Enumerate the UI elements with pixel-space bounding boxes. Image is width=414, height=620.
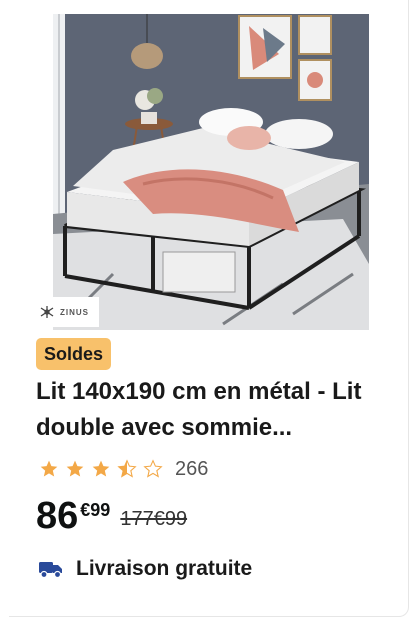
sale-badge: Soldes (36, 338, 112, 370)
star-icon (40, 460, 58, 477)
product-card[interactable]: ZINUS Soldes Lit 140x190 cm en métal - L… (9, 0, 409, 617)
product-image[interactable] (53, 14, 369, 330)
free-shipping: Livraison gratuite (38, 557, 252, 581)
brand-logo: ZINUS (34, 297, 99, 327)
brand-name: ZINUS (60, 307, 89, 317)
star-half-icon (117, 459, 137, 478)
price-fraction: €99 (80, 500, 111, 520)
price: 86 €99 177€99 (36, 494, 187, 538)
zinus-logo-icon (40, 306, 54, 318)
rating[interactable]: 266 (39, 455, 208, 483)
product-title[interactable]: Lit 140x190 cm en métal - Lit double ave… (36, 374, 396, 446)
old-price: 177€99 (120, 508, 188, 530)
price-whole: 86 (36, 495, 79, 537)
star-empty-icon (143, 459, 163, 478)
shipping-label: Livraison gratuite (76, 557, 253, 580)
star-icon (66, 460, 84, 477)
review-count[interactable]: 266 (175, 458, 208, 481)
star-icon (92, 460, 110, 477)
truck-icon (39, 562, 62, 579)
